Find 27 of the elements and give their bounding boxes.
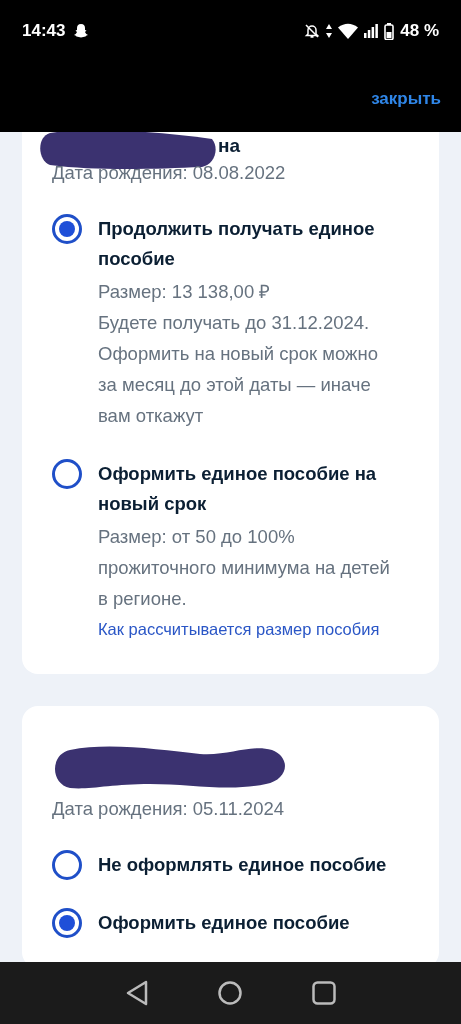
info-link[interactable]: Как рассчитывается размер пособия	[98, 614, 409, 644]
option-description: Размер: 13 138,00 ₽	[98, 280, 272, 304]
option-label: Не оформлять единое пособие	[98, 853, 388, 877]
radio-button[interactable]	[52, 214, 82, 244]
radio-button[interactable]	[52, 850, 82, 880]
option-description: Размер: от 50 до 100% прожиточного минимума на детей в регионе.	[98, 525, 390, 611]
clock-time: 14:43	[22, 21, 66, 41]
radio-button[interactable]	[52, 459, 82, 489]
radio-button[interactable]	[52, 908, 82, 938]
recents-icon[interactable]	[312, 981, 337, 1005]
ghost-icon	[73, 23, 90, 39]
home-icon[interactable]	[218, 981, 243, 1005]
birth-date: Дата рождения: 05.11.2024	[52, 797, 285, 821]
close-link[interactable]: закрыть	[371, 85, 441, 109]
wifi-icon	[338, 23, 359, 39]
child-name: на	[218, 135, 241, 157]
option-description: Будете получать до 31.12.2024. Оформить на новый срок можно за месяц до этой даты — иначе вам откажут	[98, 311, 379, 428]
option-label: Продолжить получать единое пособие	[98, 217, 376, 271]
back-icon[interactable]	[124, 980, 149, 1006]
option-label: Оформить единое пособие	[98, 911, 351, 935]
signal-icon	[364, 24, 379, 38]
data-arrows-icon	[326, 24, 333, 38]
battery-icon	[384, 22, 395, 40]
birth-date: Дата рождения: 08.08.2022	[52, 161, 287, 185]
bell-off-icon	[304, 23, 321, 39]
option-label: Оформить единое пособие на новый срок	[98, 462, 378, 516]
battery-level: 48 %	[400, 21, 439, 41]
